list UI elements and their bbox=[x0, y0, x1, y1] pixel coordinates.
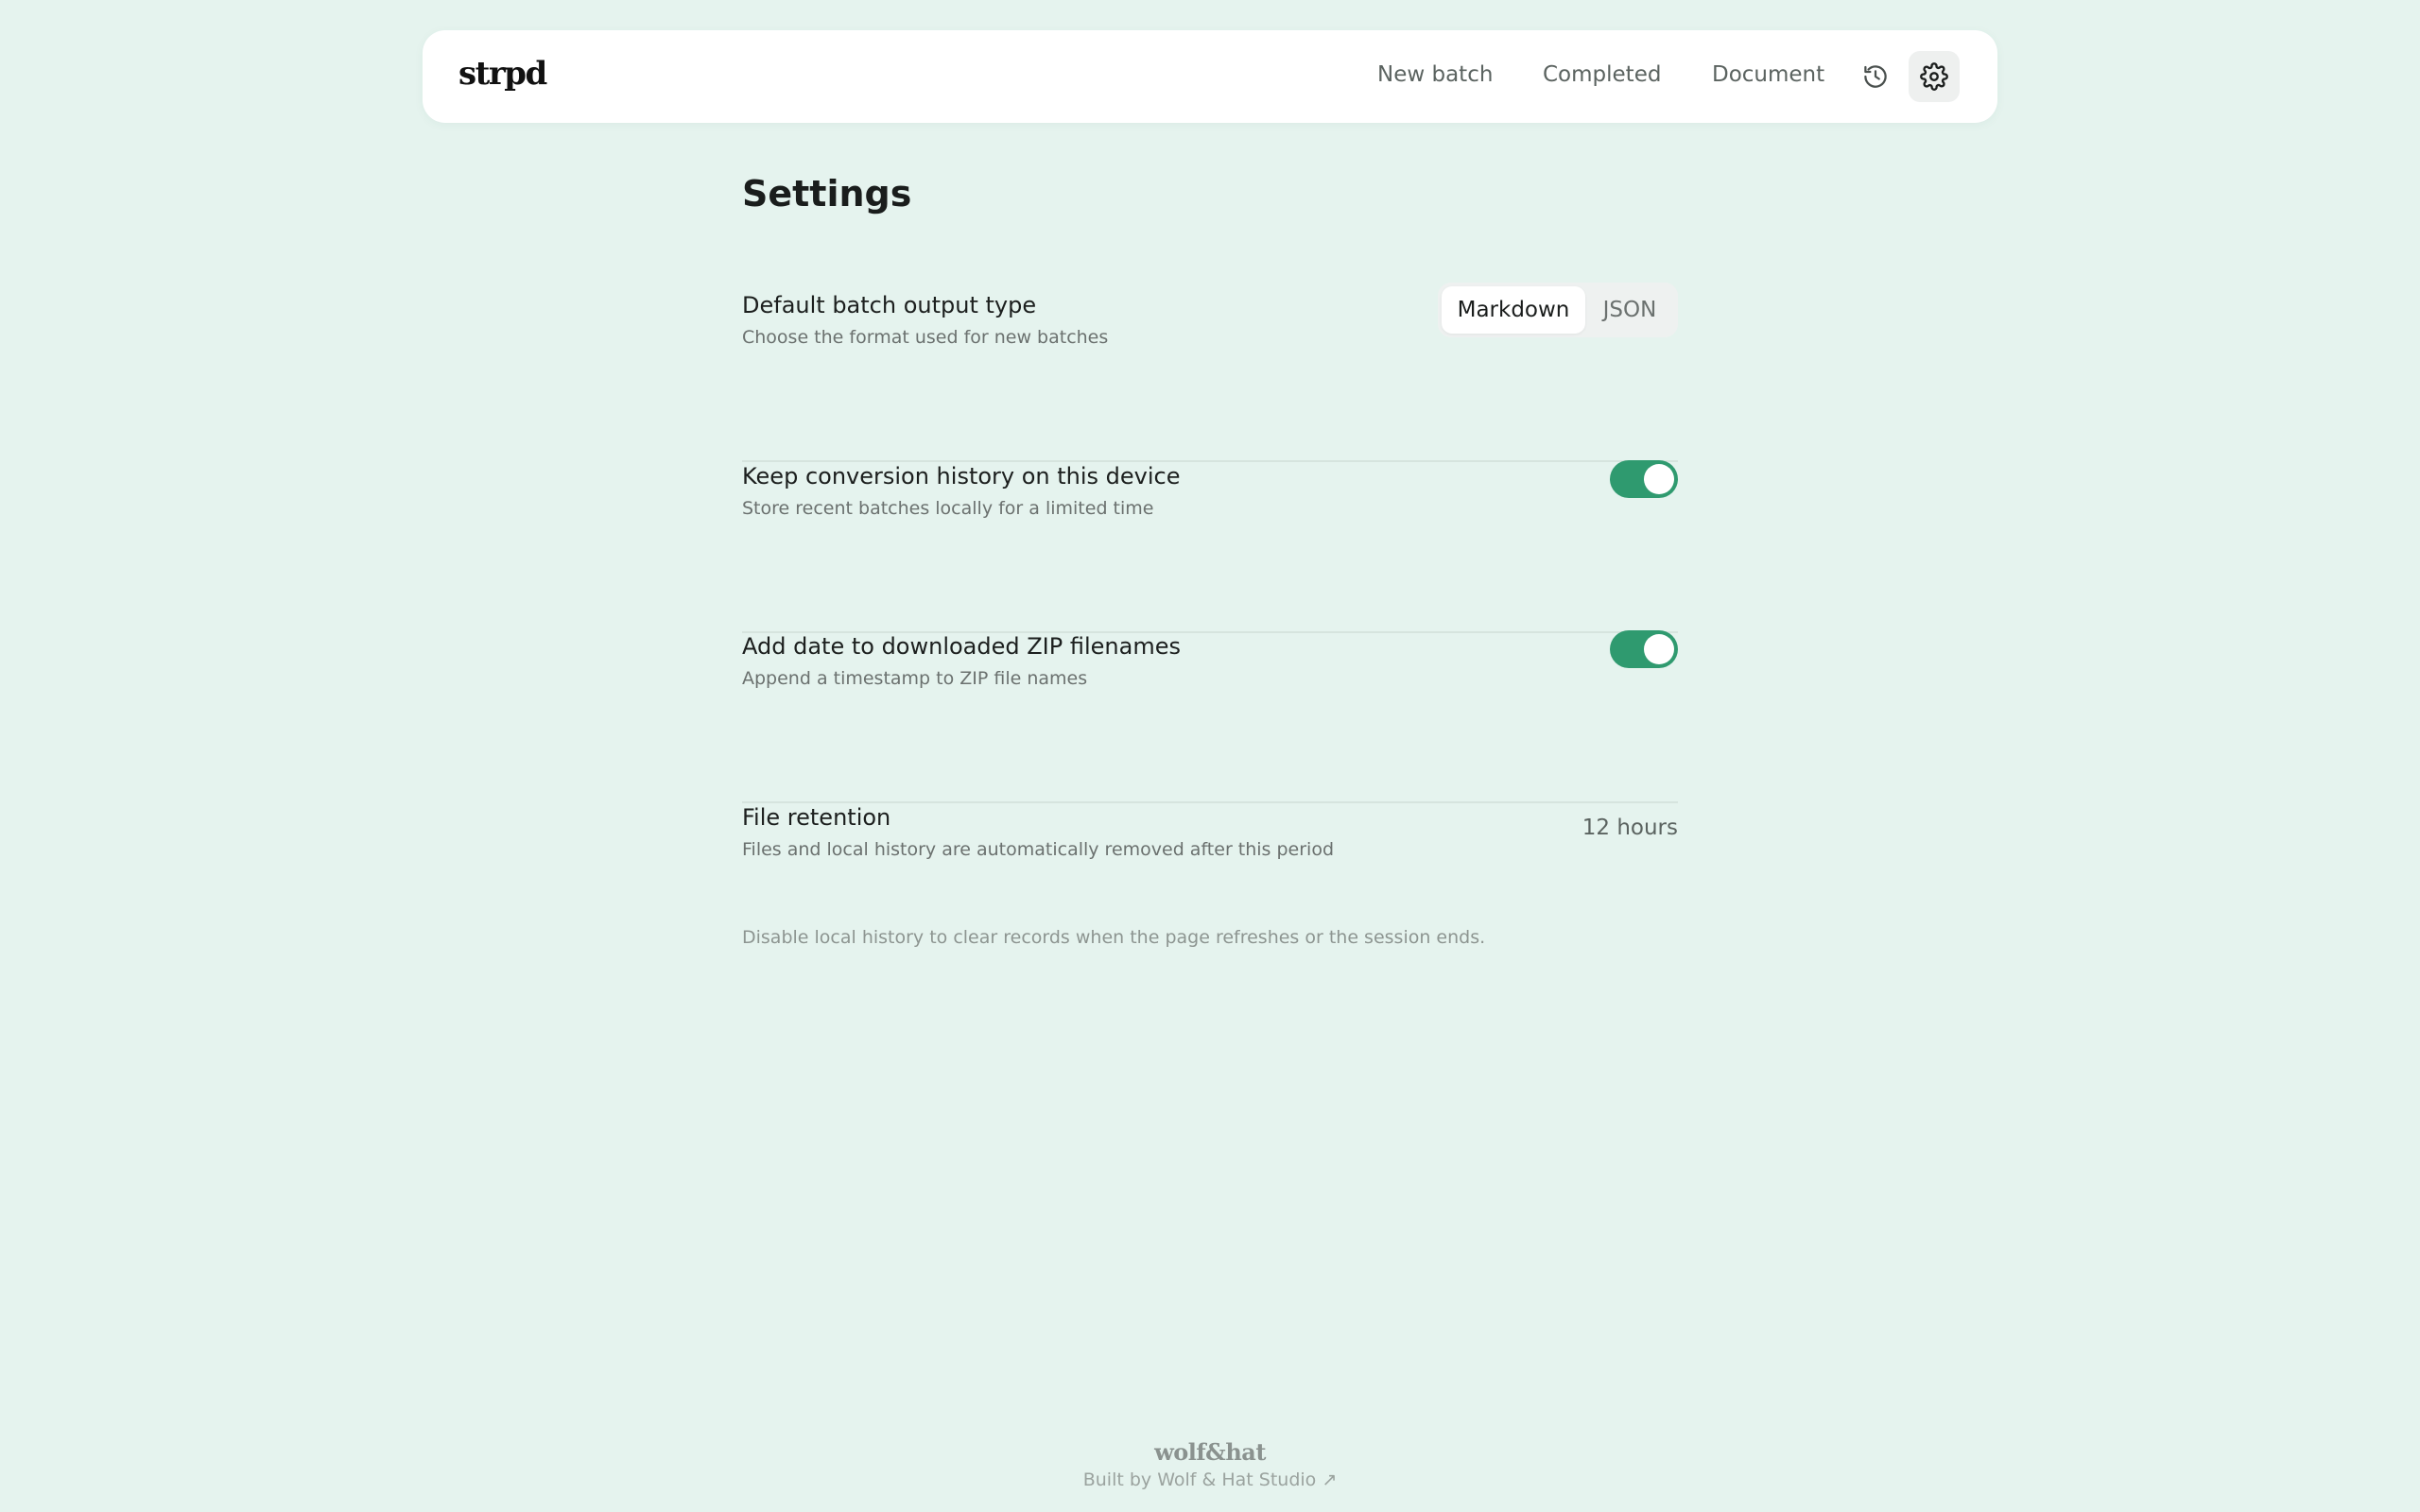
nav-completed[interactable]: Completed bbox=[1543, 62, 1661, 87]
gear-icon bbox=[1920, 62, 1948, 91]
history-footnote: Disable local history to clear records w… bbox=[742, 927, 1486, 948]
setting-keep-history: Keep conversion history on this device S… bbox=[742, 460, 1678, 633]
option-json[interactable]: JSON bbox=[1585, 286, 1674, 334]
keep-history-toggle[interactable] bbox=[1610, 460, 1678, 498]
setting-description: Files and local history are automaticall… bbox=[742, 839, 1335, 860]
setting-title: File retention bbox=[742, 804, 891, 831]
studio-logo: wolf&hat bbox=[1154, 1438, 1266, 1466]
toggle-knob bbox=[1644, 634, 1674, 664]
history-icon bbox=[1864, 65, 1887, 88]
setting-title: Add date to downloaded ZIP filenames bbox=[742, 633, 1181, 660]
history-button[interactable] bbox=[1850, 51, 1901, 102]
option-markdown[interactable]: Markdown bbox=[1442, 286, 1585, 334]
setting-description: Append a timestamp to ZIP file names bbox=[742, 668, 1088, 689]
nav-document[interactable]: Document bbox=[1712, 62, 1824, 87]
setting-output-type: Default batch output type Choose the for… bbox=[742, 283, 1678, 462]
setting-zip-date: Add date to downloaded ZIP filenames App… bbox=[742, 630, 1678, 803]
zip-date-toggle[interactable] bbox=[1610, 630, 1678, 668]
settings-button[interactable] bbox=[1909, 51, 1960, 102]
retention-value: 12 hours bbox=[1582, 816, 1678, 840]
toggle-knob bbox=[1644, 464, 1674, 494]
page-footer: wolf&hat Built by Wolf & Hat Studio ↗ bbox=[0, 1438, 2420, 1490]
app-logo[interactable]: strpd bbox=[458, 55, 547, 93]
setting-title: Keep conversion history on this device bbox=[742, 463, 1181, 490]
setting-file-retention: File retention Files and local history a… bbox=[742, 804, 1678, 974]
nav-new-batch[interactable]: New batch bbox=[1377, 62, 1493, 87]
setting-description: Store recent batches locally for a limit… bbox=[742, 498, 1154, 519]
setting-description: Choose the format used for new batches bbox=[742, 327, 1109, 348]
page-title: Settings bbox=[742, 173, 912, 215]
top-navigation-bar: strpd New batch Completed Document bbox=[423, 30, 1997, 123]
output-type-segmented-control: Markdown JSON bbox=[1438, 283, 1678, 337]
studio-link[interactable]: Built by Wolf & Hat Studio ↗ bbox=[1083, 1469, 1338, 1490]
setting-title: Default batch output type bbox=[742, 292, 1037, 318]
